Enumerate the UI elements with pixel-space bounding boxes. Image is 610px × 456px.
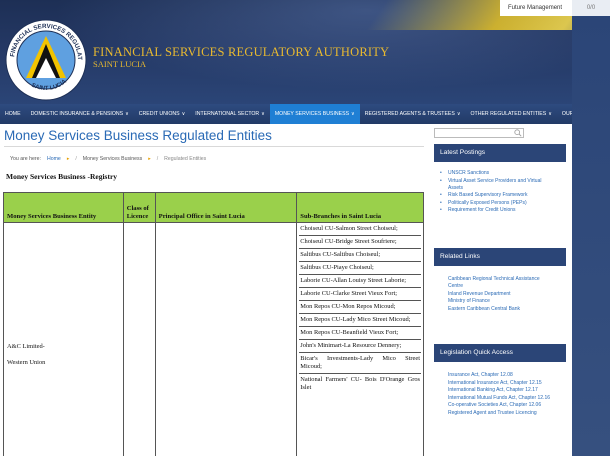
nav-other-regulated[interactable]: OTHER REGULATED ENTITIES ∨ <box>466 104 557 124</box>
main-nav: HOME DOMESTIC INSURANCE & PENSIONS ∨ CRED… <box>0 104 597 124</box>
chevron-down-icon: ∨ <box>351 111 355 117</box>
page-title: Money Services Business Regulated Entiti… <box>4 128 272 143</box>
legislation-heading: Legislation Quick Access <box>434 344 566 362</box>
breadcrumb-separator: / <box>156 156 159 162</box>
sidebar-link[interactable]: Risk Based Supervisory Framework <box>436 192 554 199</box>
sidebar-link[interactable]: Eastern Caribbean Central Bank <box>436 306 554 313</box>
entity-cell <box>3 222 124 456</box>
search-icon[interactable] <box>514 129 522 137</box>
future-management-link[interactable]: Future Management <box>500 0 572 16</box>
org-title: FINANCIAL SERVICES REGULATORY AUTHORITY <box>93 45 390 59</box>
sidebar-link[interactable]: Politically Exposed Persons (PEPs) <box>436 200 554 207</box>
branch-item: Laborie CU-Clarke Street Vieux Fort; <box>299 288 421 301</box>
branch-item: Choiseul CU-Salmon Street Choiseul; <box>299 223 421 236</box>
branch-item: Choiseul CU-Bridge Street Soufriere; <box>299 236 421 249</box>
legislation-list: Insurance Act, Chapter 12.08 Internation… <box>436 372 554 417</box>
nav-domestic-insurance[interactable]: DOMESTIC INSURANCE & PENSIONS ∨ <box>26 104 134 124</box>
sidebar-link[interactable]: Virtual Asset Service Providers and Virt… <box>436 178 554 192</box>
topbar-counter: 0/0 <box>572 0 610 16</box>
table-row: Choiseul CU-Salmon Street Choiseul; Choi… <box>3 222 424 456</box>
sidebar-link[interactable]: Caribbean Regional Technical Assistance … <box>436 276 554 290</box>
sidebar-link[interactable]: International Mutual Funds Act, Chapter … <box>436 395 554 402</box>
sidebar-link[interactable]: Requirement for Credit Unions <box>436 207 554 214</box>
branch-item: National Farmers' CU- Bois D'Orange Gros… <box>300 376 420 391</box>
chevron-down-icon: ∨ <box>181 111 186 117</box>
class-cell <box>122 222 156 456</box>
sidebar-link[interactable]: International Insurance Act, Chapter 12.… <box>436 380 554 387</box>
breadcrumb-arrow-icon: ▸ <box>66 156 70 162</box>
nav-money-services-business[interactable]: MONEY SERVICES BUSINESS ∨ <box>269 104 360 124</box>
search-input[interactable] <box>434 128 524 138</box>
org-subtitle: SAINT LUCIA <box>93 59 146 69</box>
chevron-down-icon: ∨ <box>548 111 552 117</box>
branch-item: Saltibus CU-Piaye Choiseul; <box>299 262 421 275</box>
chevron-down-icon: ∨ <box>261 111 265 117</box>
chevron-down-icon: ∨ <box>456 111 461 117</box>
chevron-down-icon: ∨ <box>125 111 129 117</box>
entity-name: A&C Limited- <box>7 343 45 350</box>
nav-registered-agents[interactable]: REGISTERED AGENTS & TRUSTEES ∨ <box>360 104 466 124</box>
nav-credit-unions[interactable]: CREDIT UNIONS ∨ <box>134 104 191 124</box>
branch-item: Bicar's Investments-Lady Mico Street Mic… <box>299 353 421 374</box>
branch-item: Mon Repos CU-Beanfield Vieux Fort; <box>299 327 421 340</box>
sidebar-link[interactable]: Inland Revenue Department <box>436 291 554 298</box>
header-branches: Sub-Branches in Saint Lucia <box>296 192 424 223</box>
registry-heading: Money Services Business -Registry <box>6 172 118 181</box>
sidebar-link[interactable]: Co-operative Societies Act, Chapter 12.0… <box>436 402 554 409</box>
header-office: Principal Office in Saint Lucia <box>154 192 298 223</box>
header-class: Class of Licence <box>122 192 156 223</box>
sidebar-link[interactable]: UNSCR Sanctions <box>436 170 554 177</box>
right-edge-panel <box>572 16 610 456</box>
nav-home[interactable]: HOME <box>0 104 26 124</box>
branch-item: Mon Repos CU-Mon Repos Micoud; <box>299 301 421 314</box>
branch-item: Saltibus CU-Saltibus Choiseul; <box>299 249 421 262</box>
nav-international-sector[interactable]: INTERNATIONAL SECTOR ∨ <box>190 104 270 124</box>
latest-postings-list: UNSCR Sanctions Virtual Asset Service Pr… <box>436 170 554 215</box>
related-links-list: Caribbean Regional Technical Assistance … <box>436 276 554 313</box>
entity-brand: Western Union <box>7 359 46 366</box>
title-divider <box>4 146 424 147</box>
table-header-row: Money Services Business Entity Class of … <box>3 192 424 223</box>
sidebar-link[interactable]: Ministry of Finance <box>436 298 554 305</box>
breadcrumb-current: Regulated Entities <box>164 156 207 162</box>
breadcrumb: You are here: Home ▸ / Money Services Bu… <box>10 156 206 162</box>
breadcrumb-prefix: You are here: <box>10 156 41 162</box>
office-cell <box>154 222 298 456</box>
branches-cell: Choiseul CU-Salmon Street Choiseul; Choi… <box>296 222 424 456</box>
breadcrumb-home[interactable]: Home <box>47 156 61 162</box>
branch-item: Mon Repos CU-Lady Mico Street Micoud; <box>299 314 421 327</box>
branch-item: John's Minimart-La Resource Dennery; <box>299 340 421 353</box>
branch-item: Laborie CU-Allan Louisy Street Laborie; <box>299 275 421 288</box>
breadcrumb-parent[interactable]: Money Services Business <box>83 156 142 162</box>
sidebar-link[interactable]: Registered Agent and Trustee Licencing <box>436 410 554 417</box>
latest-postings-heading: Latest Postings <box>434 144 566 162</box>
registry-table: Money Services Business Entity Class of … <box>3 192 424 456</box>
fsra-logo[interactable]: FINANCIAL SERVICES REGULATORY SAINT LUCI… <box>4 18 88 102</box>
related-links-heading: Related Links <box>434 248 566 266</box>
sidebar-link[interactable]: Insurance Act, Chapter 12.08 <box>436 372 554 379</box>
sidebar-link[interactable]: International Banking Act, Chapter 12.17 <box>436 387 554 394</box>
breadcrumb-separator: / <box>75 156 77 162</box>
breadcrumb-arrow-icon: ▸ <box>148 156 151 162</box>
header-entity: Money Services Business Entity <box>3 192 124 223</box>
